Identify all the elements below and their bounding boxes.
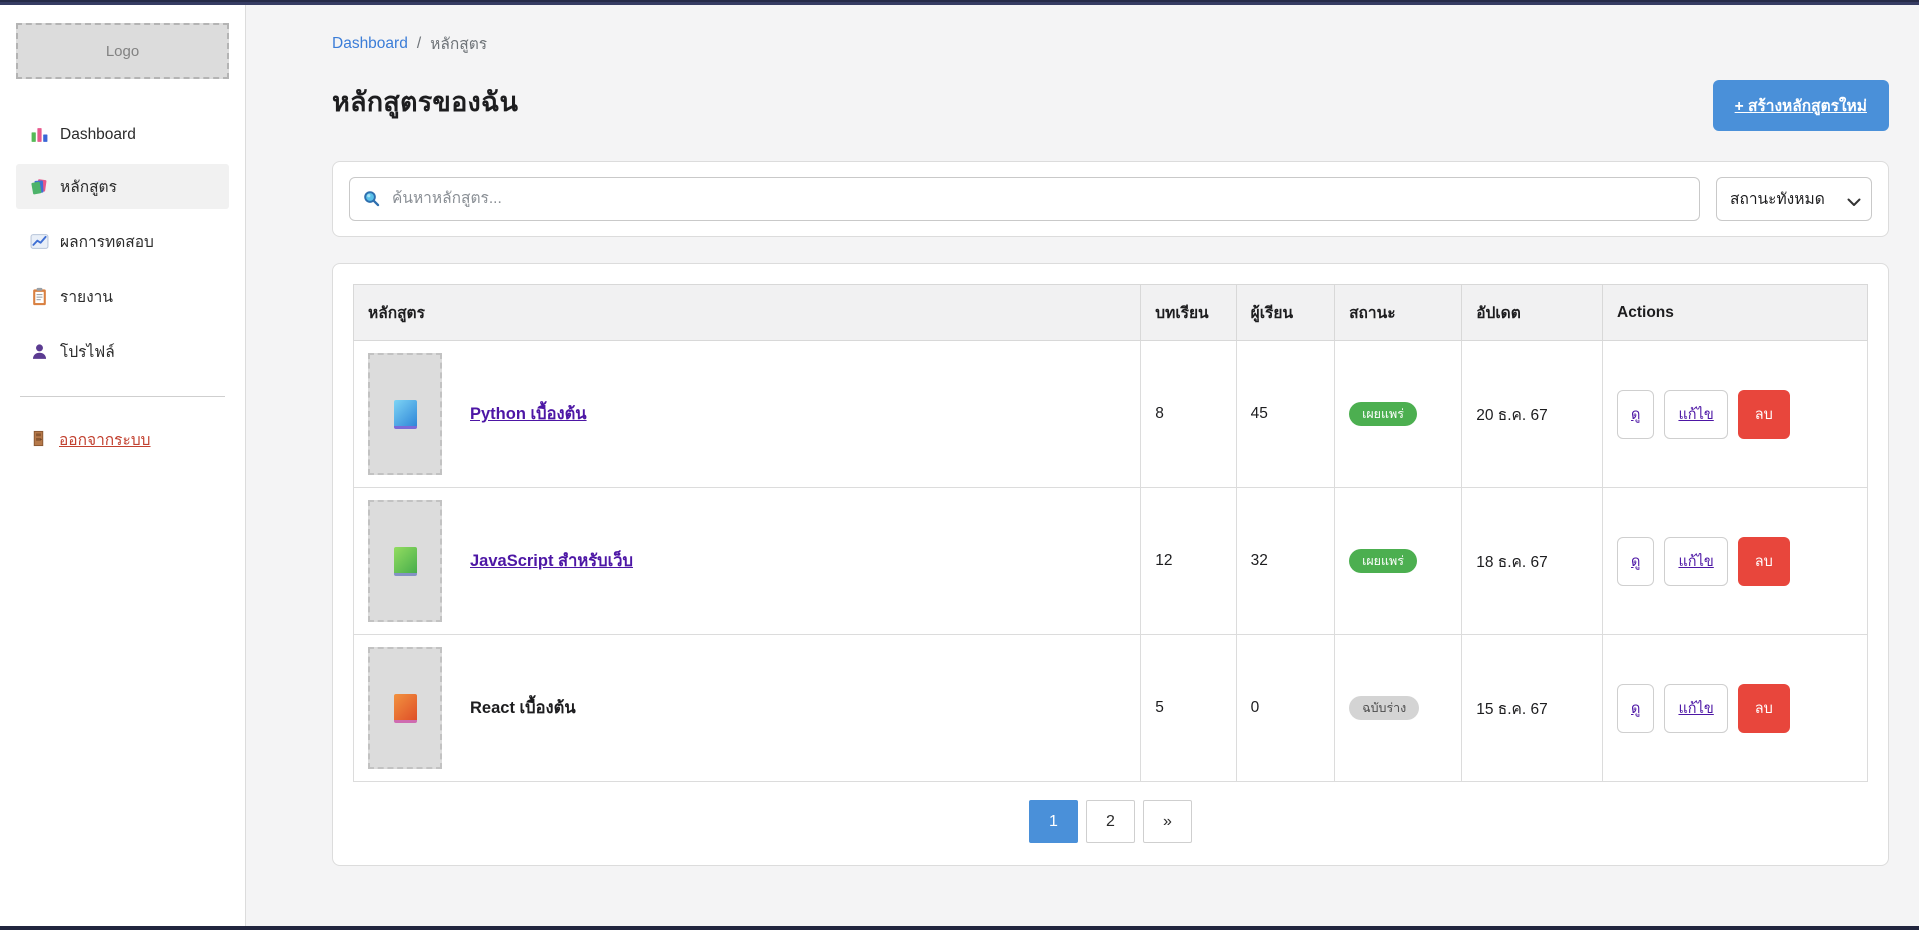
door-icon [30, 430, 49, 449]
column-header-lessons: บทเรียน [1141, 285, 1236, 341]
table-row: JavaScript สำหรับเว็บ 12 32 เผยแพร่ 18 ธ… [354, 488, 1868, 635]
search-input-wrap [349, 177, 1700, 221]
course-cell: Python เบื้องต้น [368, 353, 1126, 475]
breadcrumb: Dashboard / หลักสูตร [332, 31, 1889, 56]
chart-up-icon [30, 232, 49, 251]
sidebar-item-profile[interactable]: โปรไฟล์ [16, 329, 229, 374]
status-badge: เผยแพร่ [1349, 549, 1417, 574]
orange-book-icon [394, 694, 417, 723]
view-button[interactable]: ดู [1617, 684, 1654, 733]
course-title-link[interactable]: Python เบื้องต้น [470, 401, 587, 427]
page-title: หลักสูตรของฉัน [332, 80, 518, 123]
logo-placeholder: Logo [16, 23, 229, 79]
courses-table-card: หลักสูตร บทเรียน ผู้เรียน สถานะ อัปเดต A… [332, 263, 1889, 866]
course-cell: JavaScript สำหรับเว็บ [368, 500, 1126, 622]
pagination-next-button[interactable]: » [1143, 800, 1192, 843]
blue-book-icon [394, 400, 417, 429]
delete-button[interactable]: ลบ [1738, 537, 1790, 586]
window-bottom-strip [0, 926, 1919, 930]
search-filter-card: สถานะทั้งหมด [332, 161, 1889, 237]
pagination: 1 2 » [353, 800, 1868, 845]
green-book-icon [394, 547, 417, 576]
page-header: หลักสูตรของฉัน + สร้างหลักสูตรใหม่ [332, 80, 1889, 131]
column-header-updated: อัปเดต [1462, 285, 1603, 341]
learners-count: 32 [1236, 488, 1334, 635]
status-filter-select[interactable]: สถานะทั้งหมด [1716, 177, 1872, 221]
column-header-course: หลักสูตร [354, 285, 1141, 341]
view-button[interactable]: ดู [1617, 537, 1654, 586]
updated-date: 15 ธ.ค. 67 [1462, 635, 1603, 782]
lessons-count: 5 [1141, 635, 1236, 782]
search-input[interactable] [349, 177, 1700, 221]
sidebar-divider [20, 396, 225, 397]
sidebar-item-label: โปรไฟล์ [60, 339, 115, 364]
view-button[interactable]: ดู [1617, 390, 1654, 439]
logout-link[interactable]: ออกจากระบบ [16, 423, 229, 456]
course-title-link[interactable]: JavaScript สำหรับเว็บ [470, 548, 633, 574]
column-header-actions: Actions [1603, 285, 1868, 341]
course-thumbnail-placeholder [368, 647, 442, 769]
sidebar-item-label: หลักสูตร [60, 174, 117, 199]
edit-button[interactable]: แก้ไข [1664, 390, 1727, 439]
delete-button[interactable]: ลบ [1738, 684, 1790, 733]
course-cell: React เบื้องต้น [368, 647, 1126, 769]
sidebar-item-label: Dashboard [60, 126, 136, 144]
breadcrumb-separator: / [417, 35, 421, 53]
lessons-count: 12 [1141, 488, 1236, 635]
person-icon [30, 342, 49, 361]
delete-button[interactable]: ลบ [1738, 390, 1790, 439]
status-badge: เผยแพร่ [1349, 402, 1417, 427]
pagination-page-1[interactable]: 1 [1029, 800, 1078, 843]
edit-button[interactable]: แก้ไข [1664, 684, 1727, 733]
status-filter-wrap: สถานะทั้งหมด [1716, 177, 1872, 221]
table-row: Python เบื้องต้น 8 45 เผยแพร่ 20 ธ.ค. 67… [354, 341, 1868, 488]
status-badge: ฉบับร่าง [1349, 696, 1419, 721]
sidebar-item-test-results[interactable]: ผลการทดสอบ [16, 219, 229, 264]
bar-chart-icon [30, 125, 49, 144]
course-thumbnail-placeholder [368, 353, 442, 475]
course-title: React เบื้องต้น [470, 695, 576, 721]
sidebar-item-courses[interactable]: หลักสูตร [16, 164, 229, 209]
create-course-button[interactable]: + สร้างหลักสูตรใหม่ [1713, 80, 1889, 131]
actions-cell: ดู แก้ไข ลบ [1617, 537, 1853, 586]
sidebar-item-reports[interactable]: รายงาน [16, 274, 229, 319]
main-content: Dashboard / หลักสูตร หลักสูตรของฉัน + สร… [246, 5, 1919, 926]
breadcrumb-current: หลักสูตร [430, 31, 487, 56]
breadcrumb-dashboard-link[interactable]: Dashboard [332, 35, 408, 53]
updated-date: 18 ธ.ค. 67 [1462, 488, 1603, 635]
sidebar-item-label: ผลการทดสอบ [60, 229, 154, 254]
pagination-page-2[interactable]: 2 [1086, 800, 1135, 843]
column-header-status: สถานะ [1335, 285, 1462, 341]
sidebar-item-label: รายงาน [60, 284, 113, 309]
actions-cell: ดู แก้ไข ลบ [1617, 684, 1853, 733]
clipboard-icon [30, 287, 49, 306]
actions-cell: ดู แก้ไข ลบ [1617, 390, 1853, 439]
column-header-learners: ผู้เรียน [1236, 285, 1334, 341]
table-row: React เบื้องต้น 5 0 ฉบับร่าง 15 ธ.ค. 67 … [354, 635, 1868, 782]
learners-count: 0 [1236, 635, 1334, 782]
books-icon [30, 177, 49, 196]
sidebar-nav: Dashboard หลักสูตร ผลการทดสอบ รายงาน [16, 115, 229, 374]
courses-table: หลักสูตร บทเรียน ผู้เรียน สถานะ อัปเดต A… [353, 284, 1868, 782]
sidebar-item-dashboard[interactable]: Dashboard [16, 115, 229, 154]
table-header-row: หลักสูตร บทเรียน ผู้เรียน สถานะ อัปเดต A… [354, 285, 1868, 341]
updated-date: 20 ธ.ค. 67 [1462, 341, 1603, 488]
search-icon [362, 189, 381, 208]
lessons-count: 8 [1141, 341, 1236, 488]
logo-text: Logo [106, 43, 139, 60]
sidebar: Logo Dashboard หลักสูตร ผลการทดสอบ [0, 5, 246, 926]
logout-label: ออกจากระบบ [59, 427, 151, 452]
learners-count: 45 [1236, 341, 1334, 488]
course-thumbnail-placeholder [368, 500, 442, 622]
edit-button[interactable]: แก้ไข [1664, 537, 1727, 586]
